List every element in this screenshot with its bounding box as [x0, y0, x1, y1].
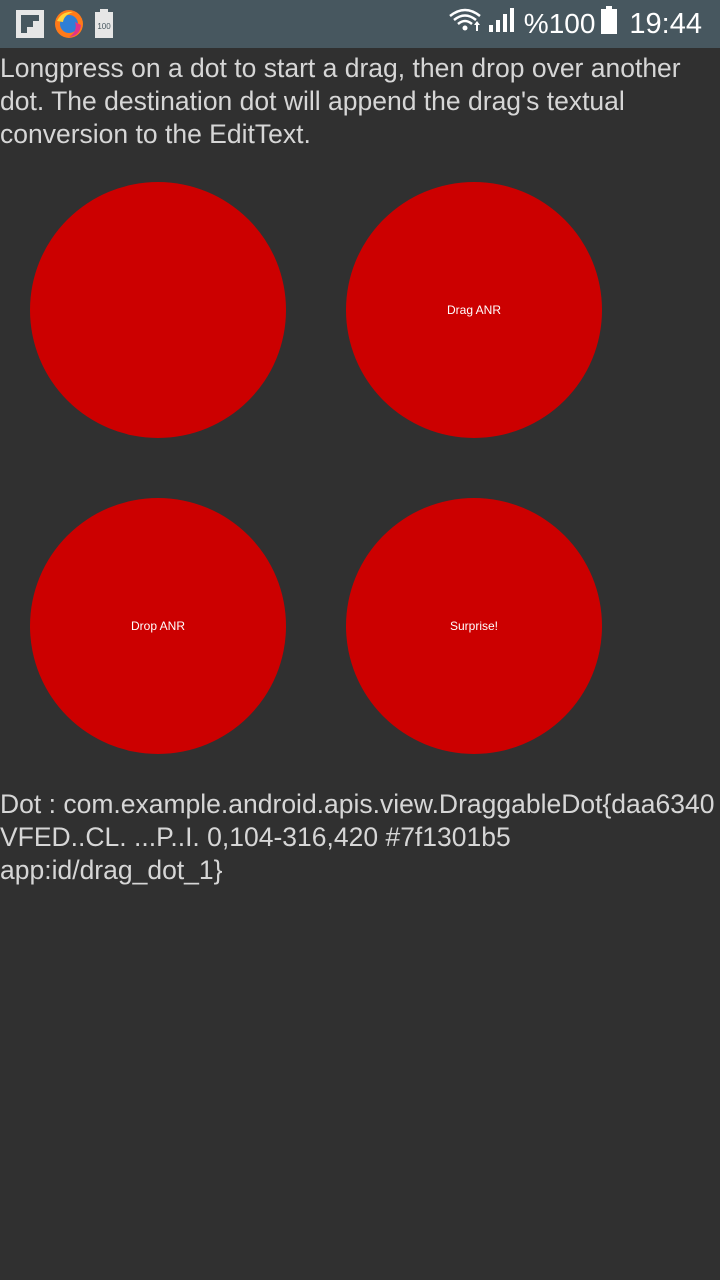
- flipboard-icon: [16, 10, 44, 43]
- signal-icon: [488, 7, 516, 41]
- status-icons: %100 19:44: [448, 6, 702, 42]
- instructions-text: Longpress on a dot to start a drag, then…: [0, 53, 681, 149]
- battery-notification-icon: 100: [94, 9, 114, 44]
- clock: 19:44: [629, 7, 702, 40]
- drag-dot-2[interactable]: Drag ANR: [346, 182, 602, 438]
- battery-notification-text: 100: [97, 22, 111, 31]
- drop-result-edittext[interactable]: Dot : com.example.android.apis.view.Drag…: [0, 788, 716, 887]
- battery-percent: %100: [523, 8, 596, 39]
- drag-dot-4[interactable]: Surprise!: [346, 498, 602, 754]
- dot-label: Drag ANR: [446, 303, 502, 317]
- dot-label: Surprise!: [449, 619, 499, 633]
- notification-icons: 100: [16, 9, 114, 44]
- wifi-icon: [448, 7, 482, 41]
- battery-icon: [601, 6, 618, 42]
- status-bar: 100 %100 19:44: [0, 0, 720, 48]
- drag-dot-3[interactable]: Drop ANR: [30, 498, 286, 754]
- firefox-icon: [54, 9, 84, 44]
- drag-dot-1[interactable]: [30, 182, 286, 438]
- main-content: Longpress on a dot to start a drag, then…: [0, 48, 720, 1280]
- dot-label: Drop ANR: [130, 619, 186, 633]
